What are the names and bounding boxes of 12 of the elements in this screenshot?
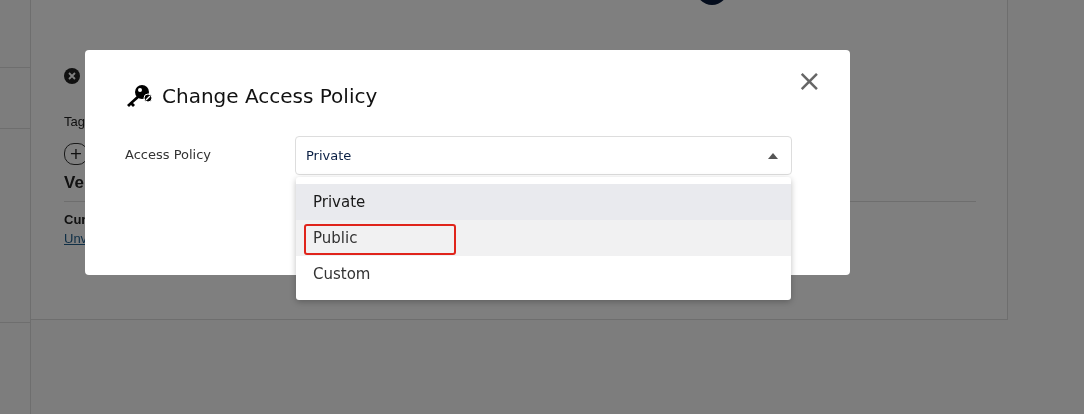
x-circle-icon bbox=[64, 68, 80, 84]
dropdown-option[interactable]: Public bbox=[296, 220, 791, 256]
tags-label: Tag bbox=[64, 114, 85, 129]
close-button[interactable]: × bbox=[796, 66, 822, 96]
key-icon bbox=[125, 84, 153, 108]
dropdown-option[interactable]: Private bbox=[296, 184, 791, 220]
section-title: Ve bbox=[64, 173, 85, 193]
dialog-title: Change Access Policy bbox=[162, 84, 378, 108]
dropdown-option[interactable]: Custom bbox=[296, 256, 791, 292]
caret-icon bbox=[768, 152, 778, 159]
field-label: Cur bbox=[64, 212, 88, 227]
field-label: Access Policy bbox=[125, 146, 213, 162]
